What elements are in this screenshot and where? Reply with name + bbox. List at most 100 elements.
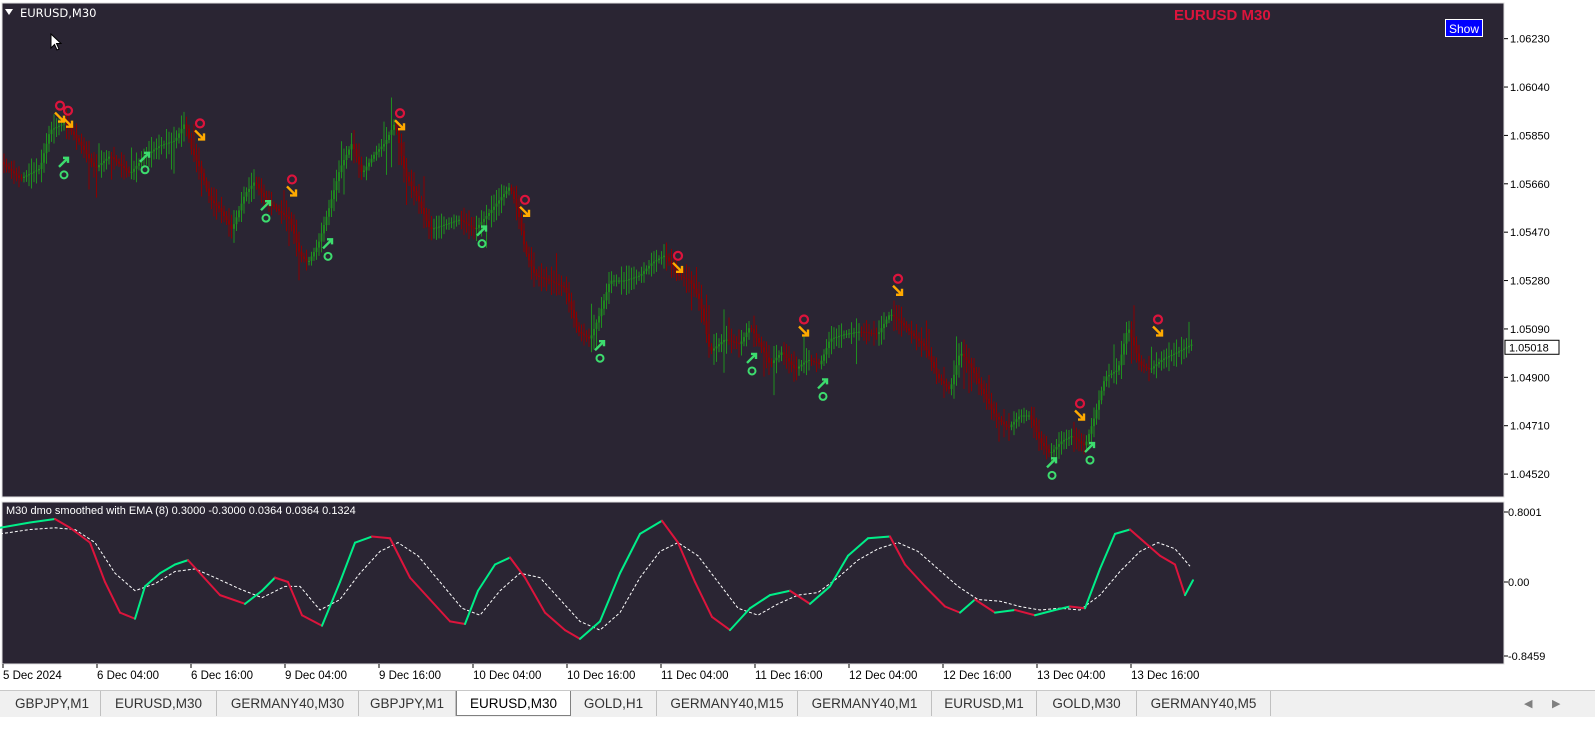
candle-body (663, 255, 665, 258)
candle-body (70, 128, 73, 132)
candle-body (790, 361, 793, 365)
candle-body (160, 145, 163, 147)
tab-eurusd-m30-active[interactable]: EURUSD,M30 (456, 691, 571, 716)
candle-body (178, 133, 180, 138)
candle-body (228, 220, 230, 225)
candle-body (900, 320, 903, 323)
price-label: 1.05470 (1510, 227, 1550, 239)
candle-body (613, 280, 615, 282)
price-label: 1.04520 (1510, 469, 1550, 481)
candle-body (45, 143, 48, 154)
candle-body (990, 403, 993, 409)
symbol-menu-arrow-icon[interactable] (5, 9, 13, 15)
candle-body (43, 153, 45, 163)
candle-body (460, 219, 463, 221)
candle-body (328, 208, 330, 217)
tab-germany40-m5[interactable]: GERMANY40,M5 (1137, 691, 1271, 716)
candle-body (1013, 421, 1015, 425)
candle-body (130, 171, 133, 173)
candle-body (95, 166, 98, 168)
time-label: 12 Dec 16:00 (943, 670, 1011, 682)
candle-body (498, 200, 500, 204)
candle-body (1095, 409, 1098, 419)
symbol-label[interactable]: EURUSD,M30 (20, 6, 96, 20)
candle-body (308, 260, 310, 262)
candle-body (905, 325, 908, 329)
candle-body (60, 124, 63, 126)
indicator-label: M30 dmo smoothed with EMA (8) 0.3000 -0.… (6, 505, 356, 517)
candle-body (373, 154, 375, 159)
time-label: 6 Dec 16:00 (191, 670, 253, 682)
tab-gbpjpy-m1[interactable]: GBPJPY,M1 (4, 691, 101, 716)
candle-body (963, 353, 965, 357)
show-button[interactable]: Show (1445, 19, 1483, 37)
tabs-scroll-right-icon[interactable]: ▶ (1552, 697, 1560, 710)
candle-body (1138, 353, 1140, 362)
candle-body (63, 123, 65, 125)
candle-body (928, 350, 930, 357)
tab-germany40-m1[interactable]: GERMANY40,M1 (798, 691, 932, 716)
candle-body (615, 280, 618, 282)
candle-body (975, 373, 978, 379)
candle-body (125, 168, 128, 171)
price-label: 1.05850 (1510, 130, 1550, 142)
candle-body (88, 154, 90, 159)
candle-body (830, 338, 833, 342)
candle-body (835, 336, 838, 338)
candle-body (665, 255, 668, 258)
candle-body (233, 224, 235, 229)
candle-body (365, 166, 368, 171)
candle-body (910, 330, 913, 334)
candle-body (888, 315, 890, 320)
tab-eurusd-m1[interactable]: EURUSD,M1 (932, 691, 1037, 716)
candle-body (318, 241, 320, 248)
tab-germany40-m30[interactable]: GERMANY40,M30 (217, 691, 359, 716)
candle-body (110, 156, 113, 158)
candle-body (535, 272, 538, 276)
candle-body (163, 144, 165, 146)
candle-body (598, 316, 600, 323)
candle-body (635, 276, 638, 278)
candle-body (650, 263, 653, 266)
candle-body (870, 332, 873, 334)
candle-body (83, 145, 85, 150)
tab-gbpjpy-m1-2[interactable]: GBPJPY,M1 (359, 691, 456, 716)
candle-body (1103, 381, 1105, 391)
candle-body (1108, 374, 1110, 377)
candle-body (428, 220, 430, 228)
candle-body (435, 227, 438, 229)
candle-body (760, 342, 763, 348)
candle-body (1023, 415, 1025, 417)
indicator-chart[interactable]: 0.8001 0.00 -0.8459 5 Dec 2024 6 Dec 04:00 6… (0, 500, 1595, 690)
main-price-chart[interactable]: 1.06230 1.06040 1.05850 1.05660 1.05470 1.052… (0, 0, 1595, 500)
candle-body (398, 130, 400, 144)
candle-body (1175, 352, 1178, 354)
candle-body (390, 129, 393, 135)
candle-body (518, 207, 520, 218)
candle-body (300, 251, 303, 257)
candle-body (1170, 354, 1173, 357)
candle-body (343, 160, 345, 166)
candle-body (275, 206, 278, 209)
candle-body (938, 373, 940, 379)
candle-body (580, 332, 583, 334)
candle-body (225, 216, 228, 221)
candle-body (445, 224, 448, 226)
candle-body (808, 359, 810, 361)
tab-gold-h1[interactable]: GOLD,H1 (571, 691, 657, 716)
candle-body (583, 333, 585, 336)
candle-body (483, 218, 485, 222)
candle-body (618, 280, 620, 282)
tab-eurusd-m30[interactable]: EURUSD,M30 (101, 691, 217, 716)
tab-gold-m30[interactable]: GOLD,M30 (1037, 691, 1137, 716)
candle-body (593, 328, 595, 336)
candle-body (745, 332, 748, 338)
candle-body (283, 212, 285, 215)
candle-body (15, 173, 18, 176)
tab-germany40-m15[interactable]: GERMANY40,M15 (657, 691, 798, 716)
candle-body (353, 144, 355, 150)
tabs-scroll-left-icon[interactable]: ◀ (1524, 697, 1532, 710)
candle-body (1130, 329, 1133, 338)
candle-body (123, 166, 125, 169)
candle-body (913, 333, 915, 336)
